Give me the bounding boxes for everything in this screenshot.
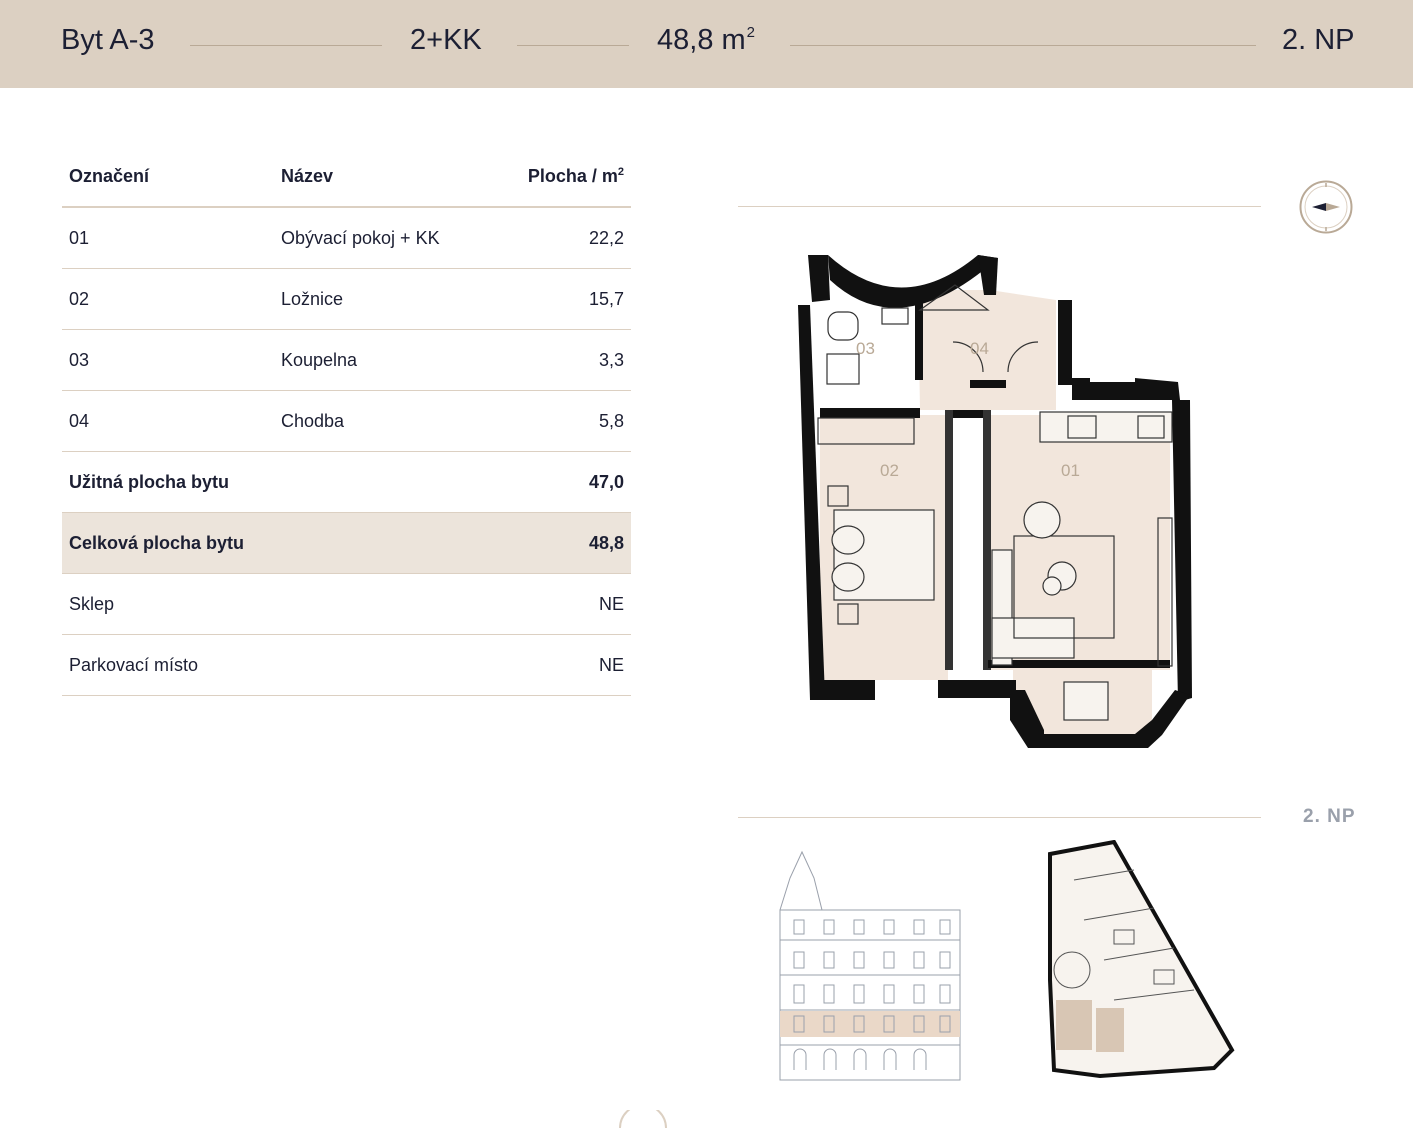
table-row: 03 Koupelna 3,3 — [62, 330, 631, 391]
area-table: Označení Název Plocha / m2 01 Obývací po… — [62, 146, 631, 696]
room-label-04: 04 — [970, 339, 989, 358]
room-area: 3,3 — [598, 350, 624, 370]
cellar-value: NE — [598, 594, 624, 614]
header-divider — [790, 45, 1256, 46]
header-bar: Byt A-3 2+KK 48,8 m2 2. NP — [0, 0, 1413, 88]
room-label-03: 03 — [856, 339, 875, 358]
usable-area-row: Užitná plocha bytu 47,0 — [62, 452, 631, 513]
parking-label: Parkovací místo — [69, 655, 199, 675]
header-divider — [517, 45, 629, 46]
total-area-label: Celková plocha bytu — [69, 533, 245, 553]
floor-label: 2. NP — [1303, 806, 1356, 827]
unit-floor: 2. NP — [1282, 24, 1355, 56]
parking-value: NE — [598, 655, 624, 675]
room-code: 02 — [69, 289, 90, 309]
unit-area: 48,8 m2 — [657, 24, 756, 56]
header-divider — [190, 45, 382, 46]
room-code: 01 — [69, 228, 90, 248]
table-row: 01 Obývací pokoj + KK 22,2 — [62, 208, 631, 269]
total-area-value: 48,8 — [588, 533, 624, 553]
usable-area-value: 47,0 — [588, 472, 624, 492]
building-keyplan-image — [1048, 840, 1235, 1079]
unit-layout: 2+KK — [410, 24, 482, 56]
building-facade-image — [779, 850, 961, 1081]
usable-area-label: Užitná plocha bytu — [69, 472, 230, 492]
room-name: Obývací pokoj + KK — [281, 228, 440, 248]
room-name: Koupelna — [281, 350, 358, 370]
cellar-label: Sklep — [69, 594, 115, 614]
table-header: Označení Název Plocha / m2 — [62, 146, 631, 208]
footer-emblem-icon — [619, 1110, 667, 1129]
parking-row: Parkovací místo NE — [62, 635, 631, 696]
col-header-code: Označení — [69, 166, 150, 186]
room-name: Ložnice — [281, 289, 344, 309]
floor-divider — [738, 817, 1261, 818]
table-row: 02 Ložnice 15,7 — [62, 269, 631, 330]
col-header-name: Název — [281, 166, 334, 186]
room-label-02: 02 — [880, 461, 899, 480]
room-code: 04 — [69, 411, 90, 431]
unit-title: Byt A-3 — [61, 24, 155, 56]
cellar-row: Sklep NE — [62, 574, 631, 635]
room-area: 15,7 — [588, 289, 624, 309]
room-area: 5,8 — [598, 411, 624, 431]
room-name: Chodba — [281, 411, 345, 431]
room-label-01: 01 — [1061, 461, 1080, 480]
compass-icon — [1299, 180, 1353, 234]
col-header-area: Plocha / m2 — [527, 166, 624, 186]
floor-plan: 03 04 02 01 — [798, 255, 1192, 748]
total-area-row: Celková plocha bytu 48,8 — [62, 513, 631, 574]
table-row: 04 Chodba 5,8 — [62, 391, 631, 452]
plan-top-rule — [738, 206, 1261, 207]
room-code: 03 — [69, 350, 90, 370]
room-area: 22,2 — [588, 228, 624, 248]
